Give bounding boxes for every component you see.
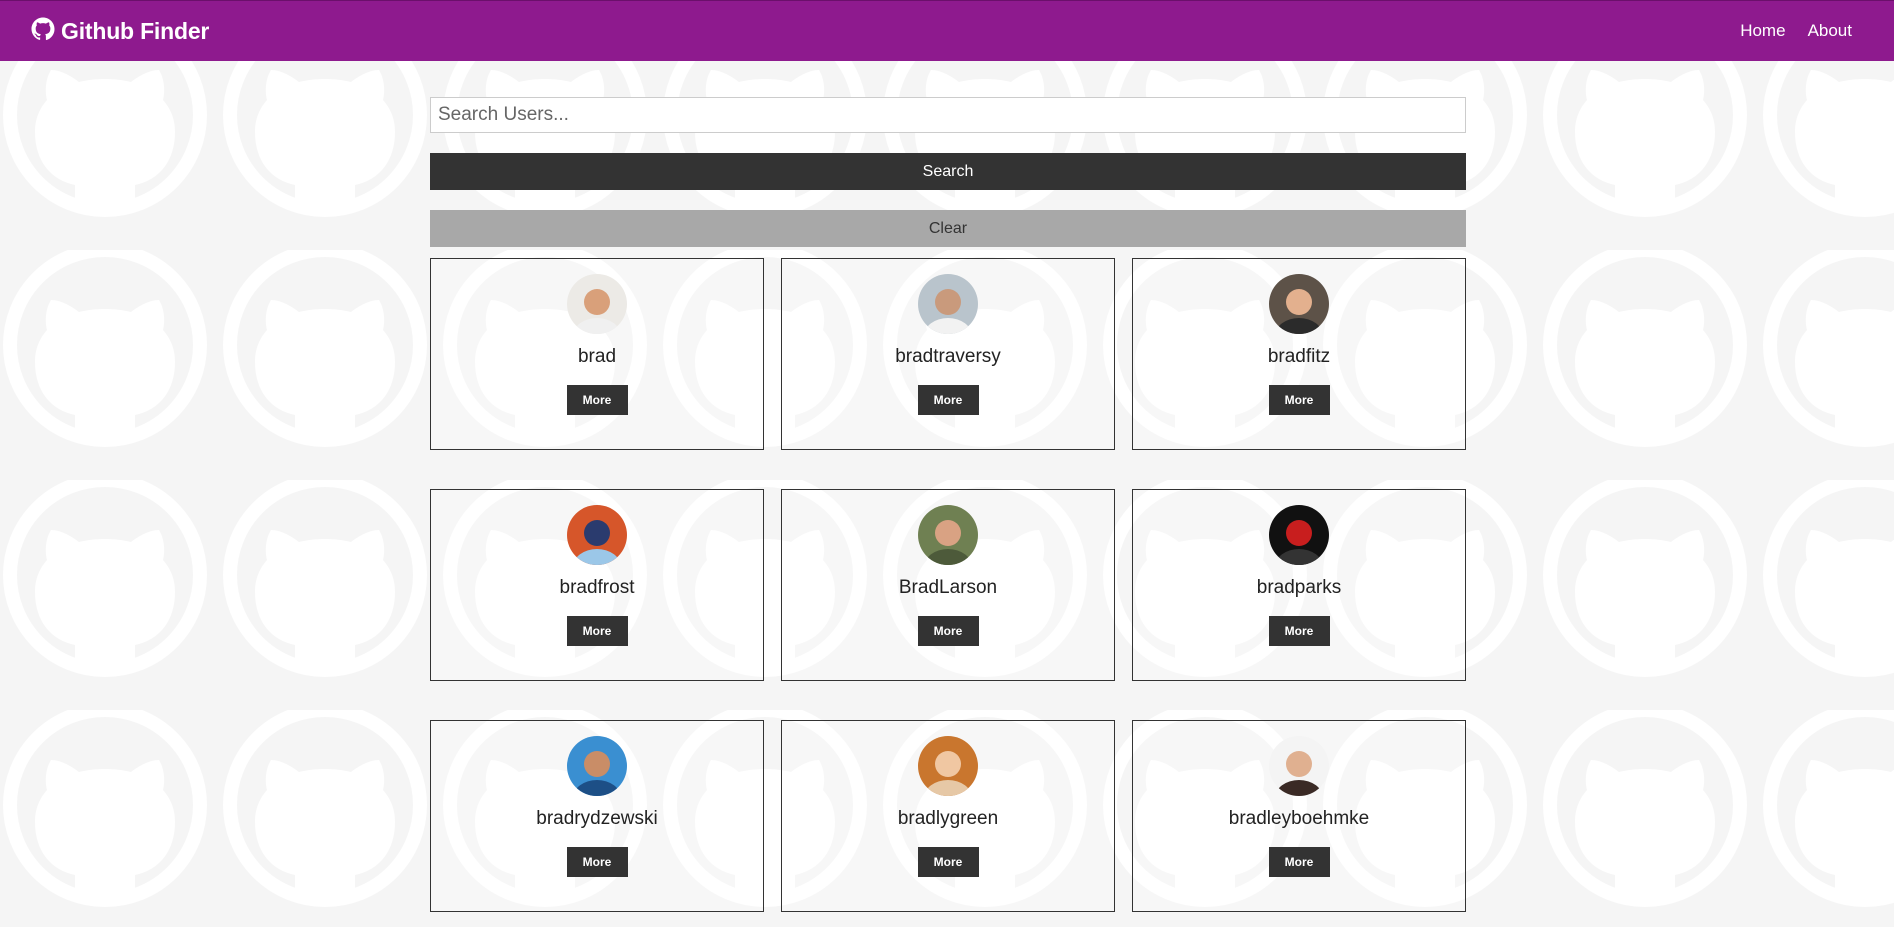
user-login: BradLarson bbox=[898, 577, 998, 598]
user-login: bradrydzewski bbox=[536, 808, 658, 829]
more-button[interactable]: More bbox=[566, 616, 628, 646]
avatar bbox=[567, 736, 627, 796]
avatar bbox=[1269, 505, 1329, 565]
avatar bbox=[1269, 736, 1329, 796]
github-icon bbox=[31, 17, 55, 46]
nav-links: Home About bbox=[1740, 21, 1852, 41]
users-grid: brad More bradtraversy More bradfitz Mor… bbox=[430, 258, 1466, 912]
nav-link-about[interactable]: About bbox=[1808, 21, 1852, 41]
user-login: bradlygreen bbox=[897, 808, 999, 829]
avatar bbox=[567, 505, 627, 565]
user-card: bradleyboehmke More bbox=[1132, 720, 1466, 912]
user-card: bradtraversy More bbox=[781, 258, 1115, 450]
avatar bbox=[1269, 274, 1329, 334]
user-card: bradrydzewski More bbox=[430, 720, 764, 912]
more-button[interactable]: More bbox=[917, 616, 979, 646]
more-button[interactable]: More bbox=[1268, 385, 1330, 415]
more-button[interactable]: More bbox=[917, 847, 979, 877]
user-card: bradfitz More bbox=[1132, 258, 1466, 450]
more-button[interactable]: More bbox=[566, 847, 628, 877]
user-login: bradfitz bbox=[1267, 346, 1331, 367]
avatar bbox=[918, 736, 978, 796]
app-title: Github Finder bbox=[61, 17, 210, 44]
avatar bbox=[918, 274, 978, 334]
more-button[interactable]: More bbox=[566, 385, 628, 415]
nav-link-home[interactable]: Home bbox=[1740, 21, 1785, 41]
search-button[interactable]: Search bbox=[430, 153, 1466, 190]
clear-button[interactable]: Clear bbox=[430, 210, 1466, 247]
more-button[interactable]: More bbox=[1268, 616, 1330, 646]
user-login: bradleyboehmke bbox=[1228, 808, 1370, 829]
user-login: bradparks bbox=[1256, 577, 1342, 598]
user-card: bradlygreen More bbox=[781, 720, 1115, 912]
more-button[interactable]: More bbox=[917, 385, 979, 415]
user-card: brad More bbox=[430, 258, 764, 450]
brand[interactable]: Github Finder bbox=[31, 17, 209, 46]
user-login: bradfrost bbox=[559, 577, 635, 598]
user-login: bradtraversy bbox=[895, 346, 1001, 367]
user-card: BradLarson More bbox=[781, 489, 1115, 681]
user-card: bradfrost More bbox=[430, 489, 764, 681]
user-login: brad bbox=[577, 346, 617, 367]
avatar bbox=[918, 505, 978, 565]
more-button[interactable]: More bbox=[1268, 847, 1330, 877]
user-card: bradparks More bbox=[1132, 489, 1466, 681]
avatar bbox=[567, 274, 627, 334]
search-input[interactable] bbox=[430, 97, 1466, 133]
navbar: Github Finder Home About bbox=[0, 0, 1894, 61]
main-container: Search Clear brad More bradtraversy More… bbox=[430, 97, 1466, 912]
